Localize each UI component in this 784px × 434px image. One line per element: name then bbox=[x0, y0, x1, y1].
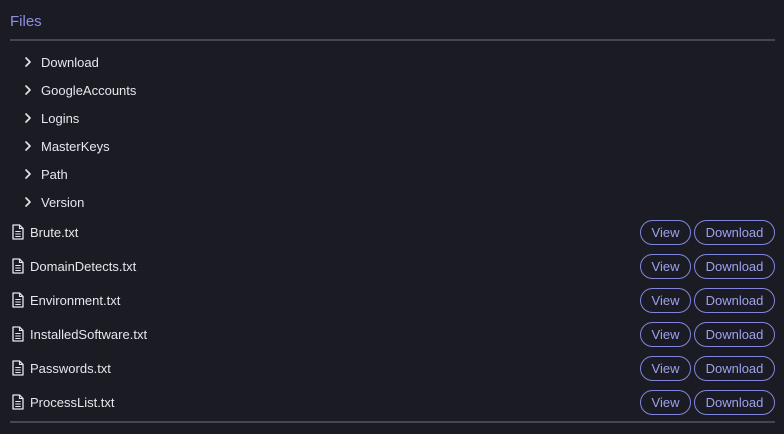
folder-item-path[interactable]: Path bbox=[22, 160, 422, 188]
chevron-right-icon bbox=[22, 84, 34, 96]
file-row: Passwords.txt View Download bbox=[10, 351, 775, 385]
view-button[interactable]: View bbox=[640, 389, 691, 415]
download-button[interactable]: Download bbox=[694, 219, 775, 245]
file-text-icon bbox=[11, 326, 25, 342]
file-name: Environment.txt bbox=[30, 292, 121, 308]
folder-item-googleaccounts[interactable]: GoogleAccounts bbox=[22, 76, 422, 104]
chevron-right-icon bbox=[22, 140, 34, 152]
folder-list: Download GoogleAccounts Logins MasterKey… bbox=[22, 48, 422, 216]
folder-label: Path bbox=[41, 166, 68, 182]
folder-label: Download bbox=[41, 54, 99, 70]
chevron-right-icon bbox=[22, 196, 34, 208]
file-text-icon bbox=[11, 292, 25, 308]
chevron-right-icon bbox=[22, 112, 34, 124]
file-row: DomainDetects.txt View Download bbox=[10, 249, 775, 283]
view-button[interactable]: View bbox=[640, 253, 691, 279]
section-title: Files bbox=[10, 13, 42, 30]
divider-bottom bbox=[10, 421, 775, 423]
file-list: Brute.txt View Download DomainDetects.tx… bbox=[10, 215, 775, 419]
folder-item-download[interactable]: Download bbox=[22, 48, 422, 76]
chevron-right-icon bbox=[22, 56, 34, 68]
file-text-icon bbox=[11, 258, 25, 274]
download-button[interactable]: Download bbox=[694, 355, 775, 381]
download-button[interactable]: Download bbox=[694, 253, 775, 279]
view-button[interactable]: View bbox=[640, 321, 691, 347]
file-text-icon bbox=[11, 360, 25, 376]
chevron-right-icon bbox=[22, 168, 34, 180]
view-button[interactable]: View bbox=[640, 287, 691, 313]
view-button[interactable]: View bbox=[640, 355, 691, 381]
folder-label: Logins bbox=[41, 110, 80, 126]
divider-top bbox=[10, 39, 775, 41]
folder-label: Version bbox=[41, 194, 85, 210]
download-button[interactable]: Download bbox=[694, 321, 775, 347]
download-button[interactable]: Download bbox=[694, 287, 775, 313]
file-name: ProcessList.txt bbox=[30, 394, 115, 410]
folder-label: MasterKeys bbox=[41, 138, 110, 154]
folder-item-version[interactable]: Version bbox=[22, 188, 422, 216]
folder-item-masterkeys[interactable]: MasterKeys bbox=[22, 132, 422, 160]
file-name: Brute.txt bbox=[30, 224, 79, 240]
file-row: ProcessList.txt View Download bbox=[10, 385, 775, 419]
file-row: Environment.txt View Download bbox=[10, 283, 775, 317]
file-row: InstalledSoftware.txt View Download bbox=[10, 317, 775, 351]
file-text-icon bbox=[11, 224, 25, 240]
file-name: InstalledSoftware.txt bbox=[30, 326, 148, 342]
file-name: DomainDetects.txt bbox=[30, 258, 137, 274]
files-panel: Files Download GoogleAccounts Logins Mas… bbox=[0, 0, 784, 434]
file-text-icon bbox=[11, 394, 25, 410]
file-row: Brute.txt View Download bbox=[10, 215, 775, 249]
download-button[interactable]: Download bbox=[694, 389, 775, 415]
view-button[interactable]: View bbox=[640, 219, 691, 245]
file-name: Passwords.txt bbox=[30, 360, 111, 376]
folder-label: GoogleAccounts bbox=[41, 82, 137, 98]
folder-item-logins[interactable]: Logins bbox=[22, 104, 422, 132]
